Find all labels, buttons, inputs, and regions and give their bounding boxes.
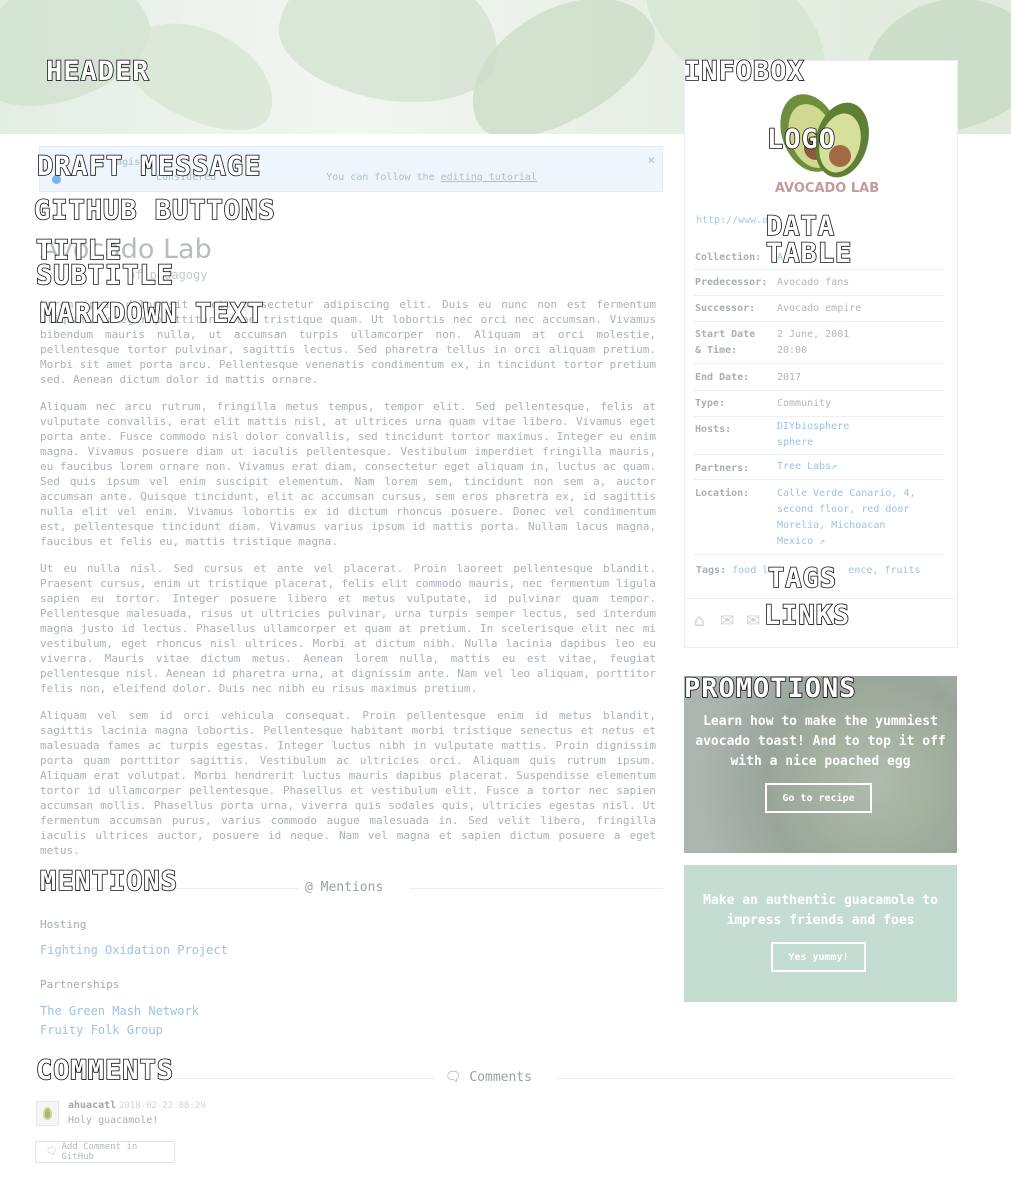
promotion-text: Make an authentic guacamole to impress f…	[703, 893, 938, 928]
mention-link-partner[interactable]: Fruity Folk Group	[40, 1023, 163, 1037]
comments-divider-right	[555, 1078, 955, 1079]
partnerships-label: Partnerships	[40, 978, 120, 991]
label-links: LINKS	[763, 600, 851, 631]
label-mentions: MENTIONS	[39, 866, 179, 897]
mentions-divider-right	[410, 888, 663, 889]
hosting-label: Hosting	[40, 918, 87, 931]
yes-yummy-button[interactable]: Yes yummy!	[771, 942, 866, 972]
infobox-url[interactable]: http://www.av	[696, 215, 774, 226]
comment-text: Holy guacamole!	[68, 1115, 159, 1126]
comments-heading: 🗨 Comments	[445, 1070, 532, 1085]
comments-icon: 🗨	[445, 1070, 462, 1085]
data-row: Hosts: DIYbiosphere sphere	[694, 419, 945, 455]
data-row: Location: Calle Verde Canario, 4, second…	[694, 486, 945, 555]
add-comment-button[interactable]: 🗨 Add Comment in GitHub	[35, 1141, 175, 1163]
data-row: Partners: Tree Labs↗	[694, 459, 945, 480]
promotion-text: Learn how to make the yummiest avocado t…	[695, 714, 946, 769]
label-github-buttons: GITHUB BUTTONS	[33, 195, 276, 226]
data-key: Start Date & Time:	[695, 329, 756, 356]
data-row: Successor: Avocado empire	[694, 301, 945, 322]
data-value: 2017	[777, 372, 802, 383]
envelope-icon[interactable]: ✉	[720, 613, 737, 630]
comment-bubble-icon: 🗨	[46, 1147, 58, 1157]
tags-label: Tags:	[696, 565, 727, 576]
data-key: Type:	[695, 398, 726, 409]
promotion-guacamole: Make an authentic guacamole to impress f…	[684, 865, 957, 1002]
draft-follow-text: You can follow the	[326, 172, 435, 183]
data-value: Avocado fans	[777, 277, 850, 288]
home-icon[interactable]: ⌂	[694, 613, 711, 630]
tag-link[interactable]: ence,	[848, 565, 878, 576]
label-draft-message: DRAFT MESSAGE	[36, 151, 262, 182]
data-value[interactable]: Tree Labs↗	[777, 459, 942, 475]
data-value[interactable]: Calle Verde Canario, 4, second floor, re…	[777, 486, 917, 550]
markdown-body: Lorem ipsum dolor sit amet, consectetur …	[40, 297, 656, 870]
data-key: End Date:	[695, 372, 750, 383]
data-row: Predecessor: Avocado fans	[694, 275, 945, 296]
data-value[interactable]: DIYbiosphere sphere	[777, 419, 857, 451]
data-key: Location:	[695, 488, 750, 499]
data-key: Successor:	[695, 303, 756, 314]
data-key: Collection:	[695, 252, 762, 263]
label-logo: LOGO	[766, 124, 837, 155]
data-value: Avocado empire	[777, 303, 862, 314]
paragraph: Ut eu nulla nisl. Sed cursus et ante vel…	[40, 562, 656, 695]
data-key: Hosts:	[695, 424, 732, 435]
paragraph: Aliquam vel sem id orci vehicula consequ…	[40, 709, 656, 857]
editing-tutorial-link[interactable]: editing tutorial	[441, 172, 537, 183]
data-row: End Date: 2017	[694, 370, 945, 391]
data-value: 2 June, 2001 20:00	[777, 329, 850, 356]
tag-link[interactable]: fruits	[884, 565, 920, 576]
infobox-links: ⌂ ✉ ✉	[694, 613, 763, 630]
label-header: HEADER	[45, 56, 150, 87]
paragraph: Aliquam nec arcu rutrum, fringilla metus…	[40, 400, 656, 548]
avocado-avatar-icon	[43, 1107, 52, 1120]
label-subtitle: SUBTITLE	[35, 260, 175, 291]
add-comment-label: Add Comment in GitHub	[61, 1142, 138, 1162]
comment-user[interactable]: ahuacatl	[68, 1100, 116, 1111]
comments-heading-text: Comments	[469, 1070, 532, 1085]
data-row: Type: Community	[694, 396, 945, 417]
label-tags: TAGS	[767, 563, 838, 594]
data-value: Community	[777, 398, 832, 409]
label-markdown-text: MARKDOWN TEXT	[39, 298, 265, 329]
close-icon[interactable]: ×	[648, 153, 655, 167]
data-row: Start Date & Time: 2 June, 2001 20:00	[694, 327, 945, 364]
label-infobox: INFOBOX	[683, 56, 805, 87]
mention-link-hosting[interactable]: Fighting Oxidation Project	[40, 943, 228, 957]
go-to-recipe-button[interactable]: Go to recipe	[765, 783, 872, 813]
avatar[interactable]	[36, 1101, 59, 1126]
chat-icon[interactable]: ✉	[746, 613, 763, 630]
data-key: Partners:	[695, 463, 750, 474]
comment-date: 2018-02-22 08:29	[119, 1101, 206, 1111]
infobox-divider	[685, 598, 957, 599]
data-key: Predecessor:	[695, 277, 768, 288]
mention-link-partner[interactable]: The Green Mash Network	[40, 1004, 199, 1018]
label-comments: COMMENTS	[35, 1055, 175, 1086]
logo-text: AVOCADO LAB	[774, 181, 880, 196]
label-promotions: PROMOTIONS	[683, 673, 857, 704]
mentions-heading: @ Mentions	[305, 880, 384, 895]
label-data-table: DATA TABLE	[765, 211, 853, 269]
